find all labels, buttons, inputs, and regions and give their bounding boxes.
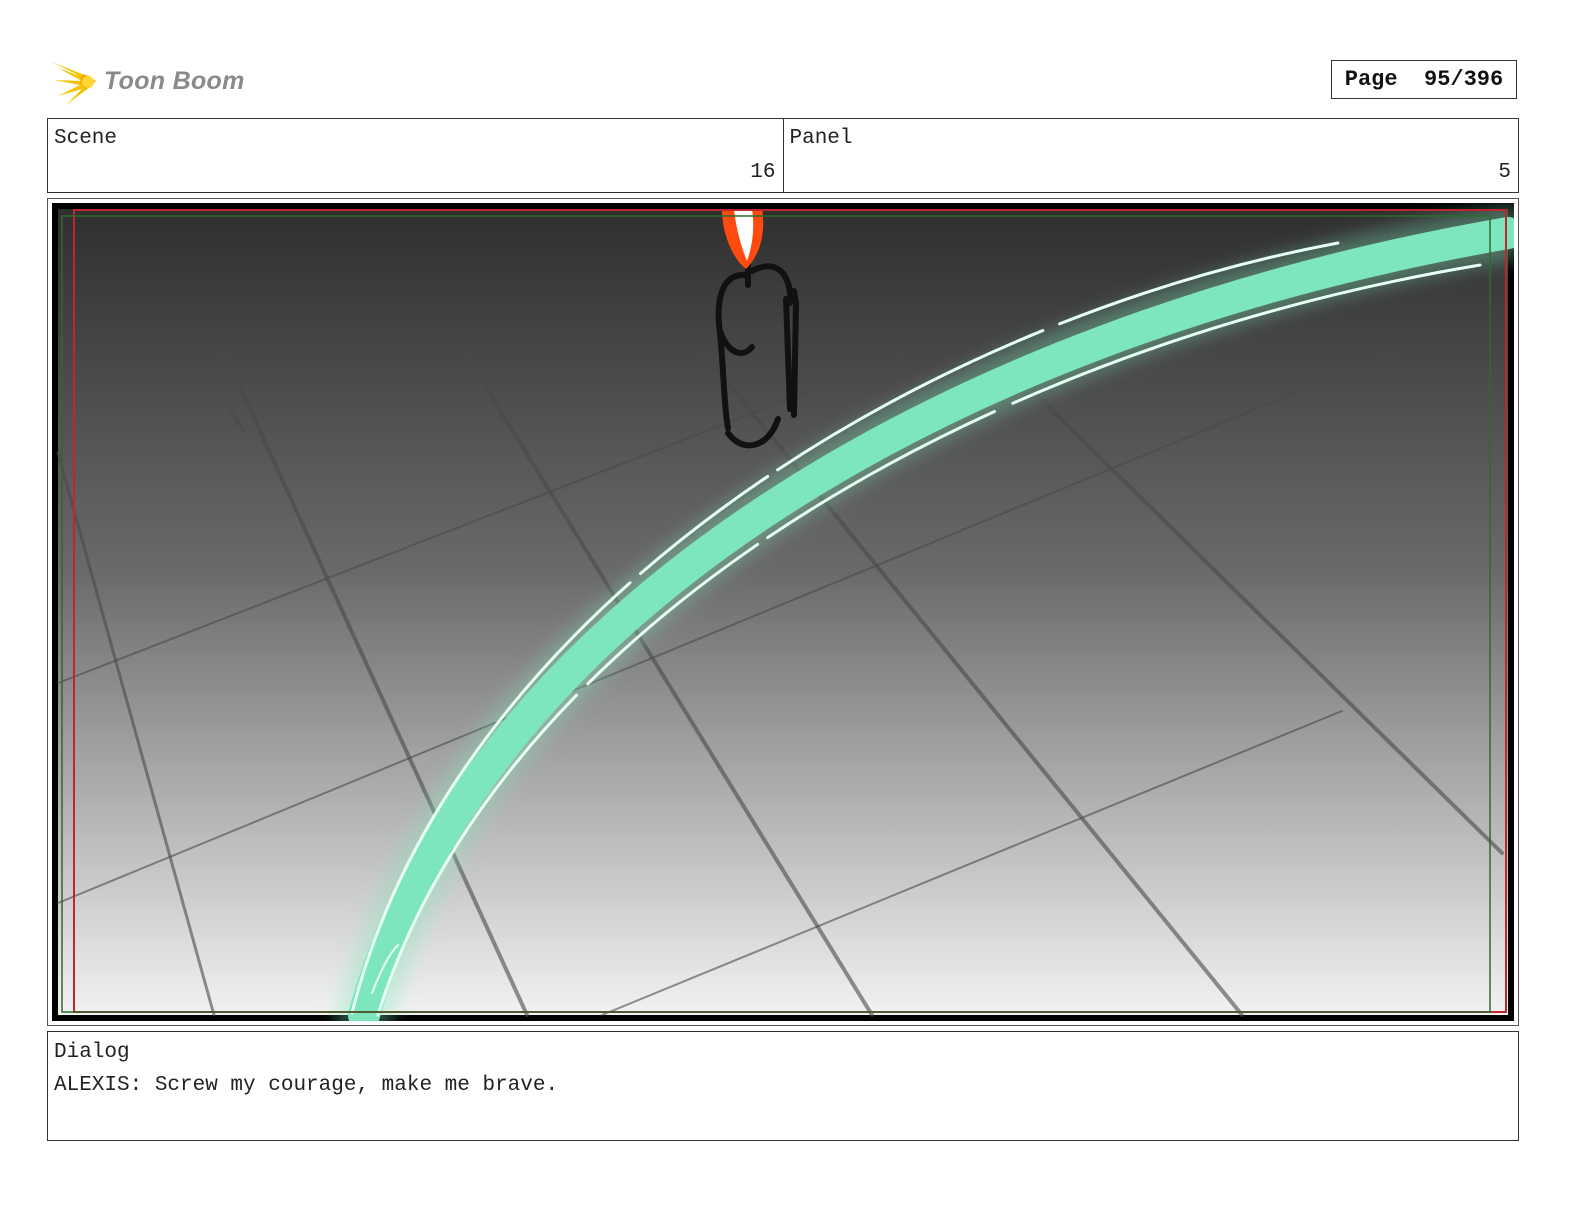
starburst-icon [52, 62, 96, 105]
scene-cell: Scene 16 [48, 119, 783, 192]
floor-background [58, 209, 1508, 1015]
logo-text: Toon Boom [104, 66, 245, 95]
dialog-label: Dialog [54, 1041, 130, 1064]
scene-value: 16 [750, 161, 776, 184]
dialog-box: Dialog ALEXIS: Screw my courage, make me… [47, 1031, 1519, 1141]
storyboard-panel [47, 198, 1519, 1026]
toon-boom-logo: Toon Boom [50, 54, 245, 108]
page-label: Page [1344, 67, 1398, 92]
scene-label: Scene [54, 127, 118, 150]
page-number: 95/396 [1424, 67, 1504, 92]
page-indicator: Page 95/396 [1331, 60, 1517, 99]
panel-label: Panel [789, 127, 853, 150]
scene-panel-row: Scene 16 Panel 5 [47, 118, 1519, 193]
panel-value: 5 [1498, 161, 1511, 184]
panel-cell: Panel 5 [782, 119, 1519, 192]
dialog-text: ALEXIS: Screw my courage, make me brave. [54, 1074, 559, 1097]
panel-drawing [52, 203, 1514, 1021]
